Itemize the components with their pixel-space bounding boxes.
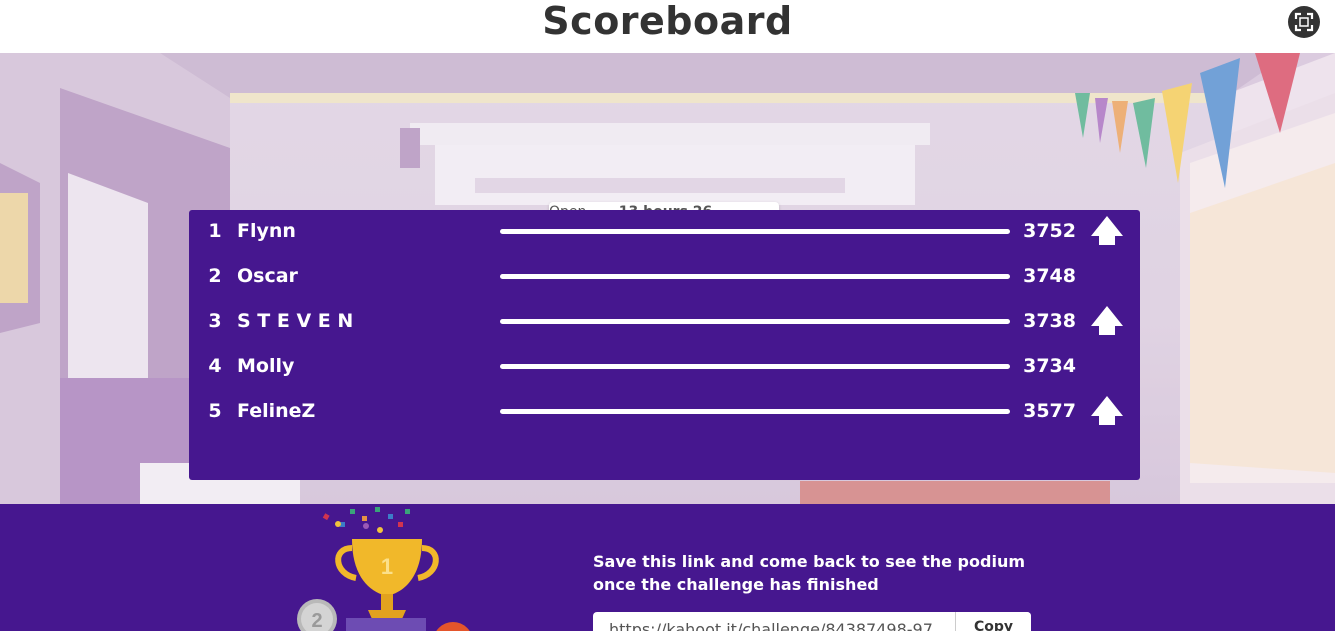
fullscreen-icon xyxy=(1294,12,1314,32)
player-score: 3738 xyxy=(1023,310,1076,332)
score-bar-fill xyxy=(500,364,1010,369)
score-bar xyxy=(500,364,1010,369)
leaderboard-row: 5 FelineZ 3577 xyxy=(189,390,1140,435)
trophy-number: 1 xyxy=(381,554,393,579)
save-link-message: Save this link and come back to see the … xyxy=(593,550,1053,596)
leaderboard-row: 3 S T E V E N 3738 xyxy=(189,300,1140,345)
player-score: 3734 xyxy=(1023,355,1076,377)
player-name: Flynn xyxy=(237,220,296,242)
player-rank: 3 xyxy=(208,310,222,332)
arrow-up-icon xyxy=(1091,306,1123,335)
podium-second-number: 2 xyxy=(311,610,322,631)
fullscreen-button[interactable] xyxy=(1288,6,1320,38)
save-text-line-1: Save this link and come back to see the … xyxy=(593,552,1025,571)
player-name: FelineZ xyxy=(237,400,316,422)
header-bar: Scoreboard xyxy=(0,0,1335,53)
score-bar xyxy=(500,409,1010,414)
player-score: 3752 xyxy=(1023,220,1076,242)
score-bar xyxy=(500,229,1010,234)
player-score: 3748 xyxy=(1023,265,1076,287)
score-bar xyxy=(500,319,1010,324)
score-bar-fill xyxy=(500,409,1010,414)
player-rank: 4 xyxy=(208,355,222,377)
leaderboard-row: 4 Molly 3734 xyxy=(189,345,1140,390)
leaderboard-panel: 1 Flynn 3752 2 Oscar 3748 3 S T E V E N 3738 4 Mol… xyxy=(189,210,1140,480)
footer-band: 1 2 Save this link and come back to see … xyxy=(0,504,1335,631)
copy-button[interactable]: Copy xyxy=(955,612,1031,631)
player-rank: 5 xyxy=(208,400,222,422)
page-title: Scoreboard xyxy=(542,0,793,43)
arrow-up-icon xyxy=(1091,396,1123,425)
player-rank: 2 xyxy=(208,265,222,287)
leaderboard-row: 1 Flynn 3752 xyxy=(189,210,1140,255)
leaderboard-row: 2 Oscar 3748 xyxy=(189,255,1140,300)
player-score: 3577 xyxy=(1023,400,1076,422)
share-link-field[interactable]: https://kahoot.it/challenge/84387498-97 … xyxy=(593,612,1031,631)
arrow-up-icon xyxy=(1091,216,1123,245)
share-link-url[interactable]: https://kahoot.it/challenge/84387498-97 xyxy=(609,620,933,631)
player-rank: 1 xyxy=(208,220,222,242)
player-name: S T E V E N xyxy=(237,310,354,332)
score-bar xyxy=(500,274,1010,279)
score-bar-fill xyxy=(500,319,1010,324)
score-bar-fill xyxy=(500,274,1010,279)
player-name: Oscar xyxy=(237,265,298,287)
podium-illustration: 1 2 xyxy=(297,507,470,631)
player-name: Molly xyxy=(237,355,295,377)
score-bar-fill xyxy=(500,229,1010,234)
save-text-line-2: once the challenge has finished xyxy=(593,575,879,594)
